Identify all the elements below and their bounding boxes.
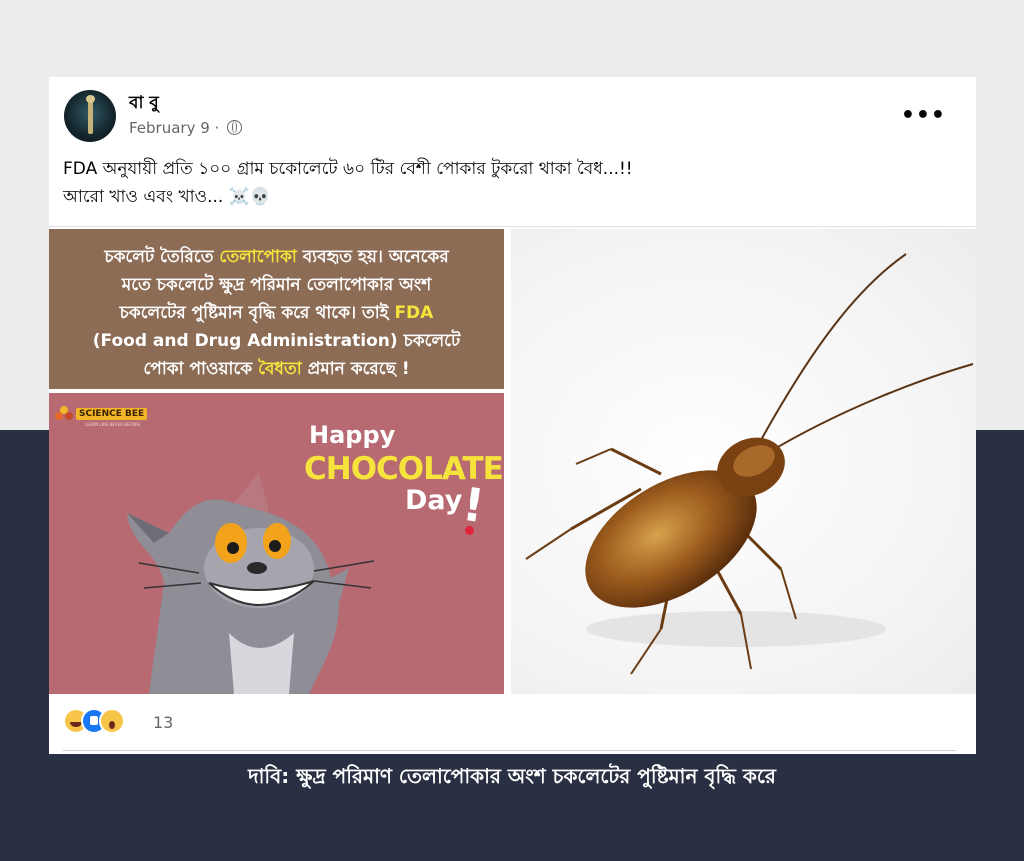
info-text: চকলেটের পুষ্টিমান বৃদ্ধি করে থাকে। তাই: [119, 303, 395, 323]
info-text: প্রমান করেছে !: [301, 359, 410, 379]
claim-caption: দাবি: ক্ষুদ্র পরিমাণ তেলাপোকার অংশ চকলেট…: [248, 764, 776, 788]
info-text-box: চকলেট তৈরিতে তেলাপোকা ব্যবহৃত হয়। অনেকে…: [49, 229, 504, 389]
info-highlight: তেলাপোকা: [219, 247, 297, 267]
info-text: চকলেট তৈরিতে: [104, 247, 220, 267]
info-text: মতে চকলেটে ক্ষুদ্র পরিমান তেলাপোকার অংশ: [121, 275, 432, 295]
info-text: পোকা পাওয়াকে: [143, 359, 259, 379]
globe-icon: [227, 120, 243, 135]
wow-icon: [99, 708, 125, 734]
post-date[interactable]: February 9 ·: [129, 119, 219, 137]
info-highlight: বৈধতা: [258, 359, 302, 379]
chocolate-day-graphic: SCIENCE BEE LEARN LIKE NEVER BEFORE Happ…: [49, 393, 504, 694]
divider: [63, 750, 956, 751]
info-text: (Food and Drug Administration) চকলেটে: [92, 331, 461, 351]
reaction-count[interactable]: 13: [153, 713, 173, 732]
exclamation-dot: [465, 526, 474, 535]
more-options-icon[interactable]: •••: [901, 103, 946, 128]
post-meta: February 9 ·: [129, 119, 243, 137]
facebook-post-card: বা বু February 9 · ••• FDA অনুযায়ী প্রত…: [49, 77, 976, 754]
info-highlight: FDA: [394, 303, 434, 323]
cockroach-photo: [525, 253, 974, 675]
author-name[interactable]: বা বু: [129, 90, 159, 118]
divider: [49, 226, 976, 227]
post-text-line: FDA অনুযায়ী প্রতি ১০০ গ্রাম চকোলেটে ৬০ …: [63, 159, 633, 179]
post-text: FDA অনুযায়ী প্রতি ১০০ গ্রাম চকোলেটে ৬০ …: [63, 155, 953, 211]
post-image-right[interactable]: [511, 229, 976, 694]
happy-text: Happy: [309, 421, 396, 449]
avatar[interactable]: [64, 90, 116, 142]
day-text: Day: [405, 485, 463, 516]
post-image-left[interactable]: চকলেট তৈরিতে তেলাপোকা ব্যবহৃত হয়। অনেকে…: [49, 229, 504, 694]
post-text-line: আরো খাও এবং খাও... ☠️💀: [63, 187, 272, 207]
info-text: ব্যবহৃত হয়। অনেকের: [296, 247, 449, 267]
